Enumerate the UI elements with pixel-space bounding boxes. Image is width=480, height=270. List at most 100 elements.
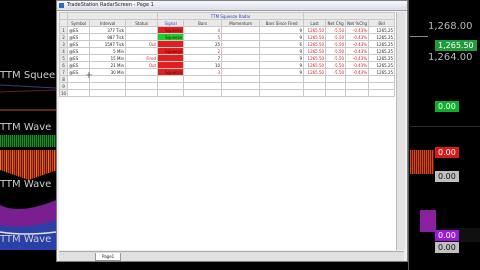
- cell-pct[interactable]: -0.43%: [345, 61, 370, 69]
- table-row[interactable]: 9: [58, 82, 396, 90]
- window-titlebar[interactable]: TradeStation RadarScreen - Page 1: [57, 1, 407, 11]
- cell-bid[interactable]: 1265.25: [368, 33, 396, 41]
- cell-bars[interactable]: [183, 75, 223, 83]
- table-row[interactable]: 10: [58, 89, 396, 97]
- cell-pct[interactable]: -0.43%: [345, 54, 370, 62]
- cell-momentum[interactable]: [221, 40, 261, 48]
- cell-signal[interactable]: [157, 54, 185, 62]
- cell-last[interactable]: [303, 89, 327, 97]
- cell-status[interactable]: [125, 47, 159, 55]
- cell-bars[interactable]: 5: [183, 33, 223, 41]
- cell-pct[interactable]: -0.43%: [345, 40, 370, 48]
- cell-last[interactable]: 1265.50: [303, 47, 327, 55]
- cell-status[interactable]: Fired: [125, 54, 159, 62]
- cell-momentum[interactable]: [221, 54, 261, 62]
- cell-bid[interactable]: 1265.25: [368, 54, 396, 62]
- cell-symbol[interactable]: [67, 89, 91, 97]
- cell-symbol[interactable]: @ES: [67, 54, 91, 62]
- cell-status[interactable]: [125, 75, 159, 83]
- table-row[interactable]: 2 @ES 987 Tick Squeeze 5 9 1265.50 -5.50 -0.43% 1…: [58, 33, 396, 41]
- cell-last[interactable]: [303, 75, 327, 83]
- cell-signal[interactable]: Squeeze: [157, 47, 185, 55]
- cell-bid[interactable]: [368, 75, 396, 83]
- cell-last[interactable]: 1265.50: [303, 54, 327, 62]
- column-header[interactable]: Bars Since Fired: [259, 19, 305, 27]
- cell-chg[interactable]: -5.50: [325, 40, 347, 48]
- table-row[interactable]: 1 @ES 377 Tick Squeeze 4 9 1265.50 -5.50 -0.43% 1…: [58, 26, 396, 34]
- cell-momentum[interactable]: [221, 89, 261, 97]
- cell-bars[interactable]: [183, 89, 223, 97]
- cell-chg[interactable]: [325, 89, 347, 97]
- cell-signal[interactable]: [157, 40, 185, 48]
- cell-momentum[interactable]: [221, 33, 261, 41]
- cell-bid[interactable]: [368, 89, 396, 97]
- cell-status[interactable]: [125, 26, 159, 34]
- cell-since[interactable]: 9: [259, 68, 305, 76]
- cell-bid[interactable]: 1265.25: [368, 61, 396, 69]
- cell-bid[interactable]: [368, 82, 396, 90]
- cell-status[interactable]: Out: [125, 40, 159, 48]
- cell-bid[interactable]: 1265.25: [368, 68, 396, 76]
- cell-signal[interactable]: [157, 89, 185, 97]
- column-header[interactable]: Net %Chg: [345, 19, 370, 27]
- cell-bid[interactable]: 1265.25: [368, 47, 396, 55]
- cell-interval[interactable]: 987 Tick: [89, 33, 127, 41]
- cell-bars[interactable]: [183, 82, 223, 90]
- cell-chg[interactable]: [325, 75, 347, 83]
- cell-since[interactable]: [259, 75, 305, 83]
- table-row[interactable]: 6 @ES 21 Min Out 10 9 1265.50 -5.50 -0.43% 1265.2…: [58, 61, 396, 69]
- cell-since[interactable]: 6: [259, 40, 305, 48]
- cell-last[interactable]: 1265.50: [303, 61, 327, 69]
- cell-symbol[interactable]: @ES: [67, 47, 91, 55]
- cell-momentum[interactable]: [221, 82, 261, 90]
- cell-symbol[interactable]: @ES: [67, 26, 91, 34]
- cell-status[interactable]: [125, 33, 159, 41]
- cell-interval[interactable]: 30 Min: [89, 68, 127, 76]
- cell-momentum[interactable]: [221, 47, 261, 55]
- column-header[interactable]: Status: [125, 19, 159, 27]
- radarscreen-window[interactable]: TradeStation RadarScreen - Page 1 TTM Sq…: [56, 0, 408, 262]
- cell-signal[interactable]: Squeeze: [157, 26, 185, 34]
- cell-interval[interactable]: [89, 75, 127, 83]
- table-row[interactable]: 7 @ES 30 Min Squeeze 3 9 1265.50 -5.50 -0.43% 126…: [58, 68, 396, 76]
- cell-pct[interactable]: -0.43%: [345, 68, 370, 76]
- cell-pct[interactable]: -0.43%: [345, 33, 370, 41]
- vertical-scrollbar[interactable]: [396, 12, 405, 250]
- cell-bid[interactable]: 1265.25: [368, 26, 396, 34]
- radar-grid[interactable]: TTM Squeeze Radar Symbol Interval Status Si…: [58, 12, 404, 250]
- column-header[interactable]: Last: [303, 19, 327, 27]
- table-row[interactable]: 4 @ES 5 Min Squeeze 2 9 1265.50 -5.50 -0.43% 1265…: [58, 47, 396, 55]
- cell-chg[interactable]: [325, 82, 347, 90]
- column-header[interactable]: Symbol: [67, 19, 91, 27]
- cell-last[interactable]: 1265.50: [303, 33, 327, 41]
- cell-pct[interactable]: [345, 75, 370, 83]
- cell-bars[interactable]: 25: [183, 40, 223, 48]
- column-header[interactable]: Bid: [368, 19, 396, 27]
- cell-bars[interactable]: 3: [183, 68, 223, 76]
- column-header[interactable]: Bars: [183, 19, 223, 27]
- cell-since[interactable]: [259, 89, 305, 97]
- cell-bars[interactable]: 7: [183, 54, 223, 62]
- cell-interval[interactable]: [89, 82, 127, 90]
- cell-interval[interactable]: 15 Min: [89, 54, 127, 62]
- table-row[interactable]: 8: [58, 75, 396, 83]
- cell-signal[interactable]: Squeeze: [157, 33, 185, 41]
- column-header[interactable]: Signal: [157, 19, 185, 27]
- cell-pct[interactable]: [345, 82, 370, 90]
- cell-chg[interactable]: -5.50: [325, 54, 347, 62]
- cell-last[interactable]: 1265.50: [303, 68, 327, 76]
- cell-last[interactable]: [303, 82, 327, 90]
- cell-interval[interactable]: 377 Tick: [89, 26, 127, 34]
- cell-pct[interactable]: -0.43%: [345, 47, 370, 55]
- cell-symbol[interactable]: @ES: [67, 33, 91, 41]
- cell-status[interactable]: [125, 68, 159, 76]
- cell-chg[interactable]: -5.50: [325, 26, 347, 34]
- cell-bars[interactable]: 4: [183, 26, 223, 34]
- cell-last[interactable]: 1265.50: [303, 40, 327, 48]
- cell-since[interactable]: 9: [259, 26, 305, 34]
- cell-momentum[interactable]: [221, 61, 261, 69]
- cell-interval[interactable]: 1597 Tick: [89, 40, 127, 48]
- cell-symbol[interactable]: @ES: [67, 61, 91, 69]
- cell-symbol[interactable]: [67, 82, 91, 90]
- cell-chg[interactable]: -5.50: [325, 33, 347, 41]
